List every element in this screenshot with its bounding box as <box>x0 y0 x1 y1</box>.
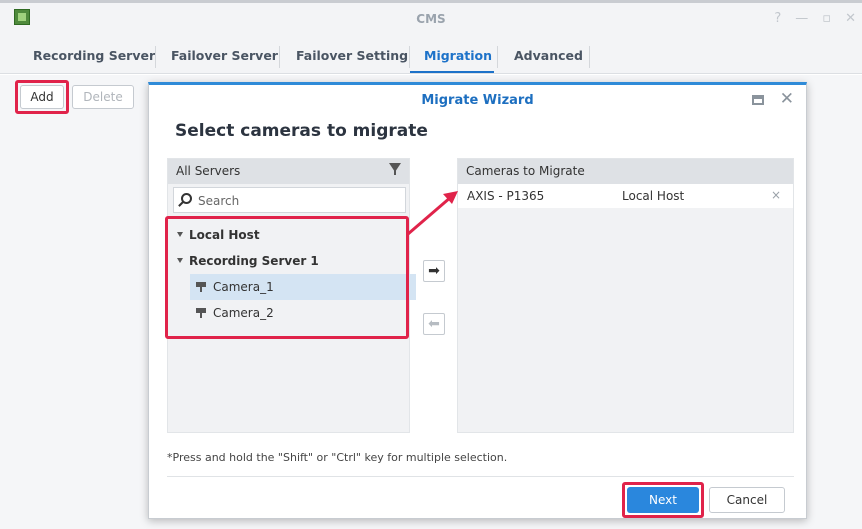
search-input[interactable]: Search <box>173 187 406 213</box>
close-icon[interactable]: ✕ <box>845 11 856 26</box>
window-controls: ? — ▫ ✕ <box>774 11 856 26</box>
tab-failover-server[interactable]: Failover Server <box>171 48 278 63</box>
dialog-heading: Select cameras to migrate <box>175 121 428 141</box>
all-servers-label: All Servers <box>176 164 241 178</box>
tab-divider <box>409 46 410 68</box>
camera-name: AXIS - P1365 <box>467 189 545 203</box>
maximize-icon[interactable] <box>752 95 764 105</box>
panel-header: All Servers <box>168 159 409 184</box>
tab-divider <box>497 46 498 68</box>
next-button-highlight <box>622 482 704 518</box>
move-left-button[interactable]: ⬅ <box>423 313 445 335</box>
tab-bar: Recording Server Failover Server Failove… <box>0 38 862 74</box>
maximize-icon[interactable]: ▫ <box>822 11 831 26</box>
tree-highlight <box>165 216 409 339</box>
active-tab-indicator <box>410 71 494 73</box>
tab-migration[interactable]: Migration <box>424 48 492 63</box>
migrate-wizard-dialog: Migrate Wizard ✕ Select cameras to migra… <box>148 82 807 519</box>
tab-divider <box>155 46 156 68</box>
tab-divider <box>589 46 590 68</box>
dialog-title: Migrate Wizard <box>421 93 534 108</box>
server-name: Local Host <box>622 189 685 203</box>
arrow-right-icon: ➡ <box>428 263 440 279</box>
tab-failover-setting[interactable]: Failover Setting <box>296 48 408 63</box>
window-title: CMS <box>416 12 446 26</box>
panel-header: Cameras to Migrate <box>458 159 793 184</box>
add-button-highlight <box>15 80 69 114</box>
remove-icon[interactable]: × <box>771 188 781 202</box>
tab-advanced[interactable]: Advanced <box>514 48 583 63</box>
tab-divider <box>279 46 280 68</box>
arrow-left-icon: ⬅ <box>428 316 440 332</box>
filter-icon[interactable] <box>389 163 401 175</box>
cancel-button[interactable]: Cancel <box>709 487 785 513</box>
migrate-list-row[interactable]: AXIS - P1365 Local Host × <box>458 184 793 208</box>
delete-button[interactable]: Delete <box>72 85 134 109</box>
close-icon[interactable]: ✕ <box>780 89 794 109</box>
tab-recording-server[interactable]: Recording Server <box>33 48 155 63</box>
minimize-icon[interactable]: — <box>795 11 808 26</box>
footer-divider <box>167 476 794 477</box>
title-bar: CMS ? — ▫ ✕ <box>0 0 862 38</box>
move-right-button[interactable]: ➡ <box>423 260 445 282</box>
search-icon <box>181 193 192 204</box>
cameras-to-migrate-panel: Cameras to Migrate AXIS - P1365 Local Ho… <box>457 158 794 433</box>
cameras-to-migrate-label: Cameras to Migrate <box>466 164 585 178</box>
search-placeholder: Search <box>198 194 240 208</box>
selection-hint: *Press and hold the "Shift" or "Ctrl" ke… <box>167 451 508 464</box>
help-icon[interactable]: ? <box>774 11 781 26</box>
